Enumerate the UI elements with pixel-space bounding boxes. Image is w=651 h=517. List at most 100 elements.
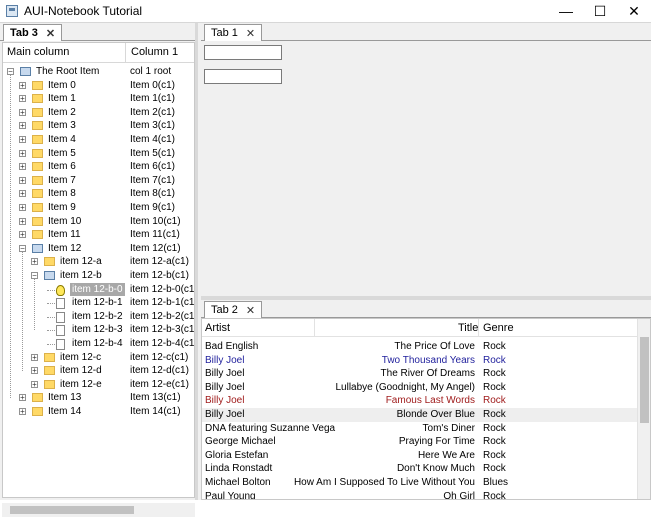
collapse-icon[interactable]: −	[7, 68, 14, 76]
list-row[interactable]: Billy Joel The River Of Dreams Rock	[202, 367, 637, 381]
list-cell-genre: Rock	[483, 463, 506, 475]
list-row[interactable]: Michael Bolton How Am I Supposed To Live …	[202, 476, 637, 490]
close-button[interactable]: ✕	[617, 0, 651, 22]
collapse-icon[interactable]: −	[19, 244, 26, 252]
minimize-button[interactable]: —	[549, 0, 583, 22]
expand-icon[interactable]: +	[19, 204, 26, 212]
list-vertical-scrollbar[interactable]	[637, 319, 650, 499]
tab-1-close-icon[interactable]: ✕	[246, 27, 255, 40]
tree-horizontal-scrollbar[interactable]	[2, 503, 195, 517]
tree-item-label: item 12-a	[60, 256, 102, 268]
collapse-icon[interactable]: −	[31, 272, 38, 280]
expand-icon[interactable]: +	[19, 217, 26, 225]
list-row[interactable]: George Michael Praying For Time Rock	[202, 435, 637, 449]
list-row[interactable]: Billy Joel Lullabye (Goodnight, My Angel)…	[202, 381, 637, 395]
tree-row[interactable]: item 12-b-4 item 12-b-4(c1)	[3, 337, 194, 351]
tree-row[interactable]: + Item 5 Item 5(c1)	[3, 147, 194, 161]
text-field-2[interactable]	[204, 69, 282, 84]
tab-2[interactable]: Tab 2 ✕	[204, 301, 263, 318]
expand-icon[interactable]: +	[19, 176, 26, 184]
expand-icon[interactable]: +	[19, 108, 26, 116]
expand-icon[interactable]: +	[19, 149, 26, 157]
expand-icon[interactable]: +	[19, 394, 26, 402]
tree-row[interactable]: + Item 10 Item 10(c1)	[3, 215, 194, 229]
tree-row[interactable]: + Item 0 Item 0(c1)	[3, 79, 194, 93]
tree-row[interactable]: + Item 4 Item 4(c1)	[3, 133, 194, 147]
expand-icon[interactable]: +	[19, 190, 26, 198]
list-row[interactable]: Gloria Estefan Here We Are Rock	[202, 449, 637, 463]
list-column-header-title[interactable]: Title	[458, 322, 478, 334]
list-row[interactable]: Billy Joel Famous Last Words Rock	[202, 394, 637, 408]
text-field-1[interactable]	[204, 45, 282, 60]
list-cell-artist: Billy Joel	[205, 354, 245, 366]
tree-row[interactable]: item 12-b-0 item 12-b-0(c1)	[3, 282, 194, 297]
expand-icon[interactable]: +	[19, 122, 26, 130]
left-notebook-pane: Tab 3 ✕ Main column Column 1 − The Root I…	[0, 23, 198, 517]
tree-row[interactable]: + item 12-d item 12-d(c1)	[3, 364, 194, 378]
tab-1[interactable]: Tab 1 ✕	[204, 24, 263, 41]
expand-icon[interactable]: +	[31, 380, 38, 388]
list-column-header-genre[interactable]: Genre	[483, 322, 514, 334]
list-row[interactable]: Bad English The Price Of Love Rock	[202, 340, 637, 354]
tree-item-column1-value: item 12-b-3(c1)	[130, 324, 195, 336]
tree-column-header-main[interactable]: Main column	[7, 46, 69, 58]
expand-icon[interactable]: +	[31, 353, 38, 361]
tree-row[interactable]: item 12-b-3 item 12-b-3(c1)	[3, 323, 195, 337]
folder-icon	[32, 148, 43, 158]
expand-icon[interactable]: +	[19, 81, 26, 89]
tree-row[interactable]: + Item 1 Item 1(c1)	[3, 92, 194, 106]
maximize-button[interactable]: ☐	[583, 0, 617, 22]
list-row[interactable]: Billy Joel Two Thousand Years Rock	[202, 354, 637, 368]
folder-open-icon	[44, 271, 55, 280]
tree-row[interactable]: item 12-b-2 item 12-b-2(c1)	[3, 310, 194, 324]
list-cell-artist: Paul Young	[205, 490, 256, 500]
scroll-thumb[interactable]	[10, 506, 134, 514]
expand-icon[interactable]: +	[31, 258, 38, 266]
list-cell-genre: Rock	[483, 436, 506, 448]
tree-row[interactable]: − The Root Item col 1 root	[3, 65, 194, 79]
tree-row[interactable]: + Item 3 Item 3(c1)	[3, 119, 194, 133]
tree-list-view[interactable]: Main column Column 1 − The Root Item col 1…	[2, 42, 195, 498]
tree-row[interactable]: + item 12-a item 12-a(c1)	[3, 255, 194, 269]
tree-row[interactable]: + item 12-e item 12-e(c1)	[3, 378, 194, 392]
list-row[interactable]: Linda Ronstadt Don't Know Much Rock	[202, 462, 637, 476]
tree-row[interactable]: + Item 8 Item 8(c1)	[3, 187, 194, 201]
tree-column-header-col1[interactable]: Column 1	[131, 46, 178, 58]
column-separator[interactable]	[125, 43, 126, 63]
tree-row[interactable]: + Item 13 Item 13(c1)	[3, 391, 194, 405]
expand-icon[interactable]: +	[19, 163, 26, 171]
list-row[interactable]: Paul Young Oh Girl Rock	[202, 490, 637, 500]
tree-row[interactable]: − item 12-b item 12-b(c1)	[3, 269, 194, 283]
column-separator[interactable]	[478, 319, 479, 337]
list-cell-artist: Billy Joel	[205, 395, 245, 407]
list-row[interactable]: Billy Joel Blonde Over Blue Rock	[202, 408, 637, 422]
tree-row[interactable]: item 12-b-1 item 12-b-1(c1)	[3, 296, 194, 310]
expand-icon[interactable]: +	[19, 408, 26, 416]
tree-row[interactable]: + Item 9 Item 9(c1)	[3, 201, 194, 215]
tree-row[interactable]: − Item 12 Item 12(c1)	[3, 242, 194, 256]
column-separator[interactable]	[314, 319, 315, 337]
tab-2-close-icon[interactable]: ✕	[246, 304, 255, 317]
song-list-view[interactable]: Artist Title Genre Bad English The Price …	[201, 318, 651, 500]
list-row[interactable]: DNA featuring Suzanne Vega Tom's Diner Roc…	[202, 422, 637, 436]
list-cell-genre: Rock	[483, 354, 506, 366]
folder-icon	[44, 257, 55, 267]
tab-3[interactable]: Tab 3 ✕	[3, 24, 63, 41]
scroll-thumb[interactable]	[640, 337, 649, 423]
tree-row[interactable]: + Item 6 Item 6(c1)	[3, 160, 194, 174]
list-column-header-artist[interactable]: Artist	[205, 322, 230, 334]
folder-icon	[32, 175, 43, 185]
tab-3-close-icon[interactable]: ✕	[46, 27, 55, 40]
folder-icon	[44, 379, 55, 389]
tree-row[interactable]: + Item 14 Item 14(c1)	[3, 405, 194, 419]
expand-icon[interactable]: +	[19, 231, 26, 239]
expand-icon[interactable]: +	[19, 136, 26, 144]
tree-row[interactable]: + Item 7 Item 7(c1)	[3, 174, 194, 188]
tree-item-label: Item 5	[48, 147, 76, 159]
expand-icon[interactable]: +	[31, 367, 38, 375]
tree-item-label: Item 6	[48, 161, 76, 173]
tree-row[interactable]: + item 12-c item 12-c(c1)	[3, 351, 194, 365]
tree-row[interactable]: + Item 2 Item 2(c1)	[3, 106, 194, 120]
expand-icon[interactable]: +	[19, 95, 26, 103]
tree-row[interactable]: + Item 11 Item 11(c1)	[3, 228, 194, 242]
